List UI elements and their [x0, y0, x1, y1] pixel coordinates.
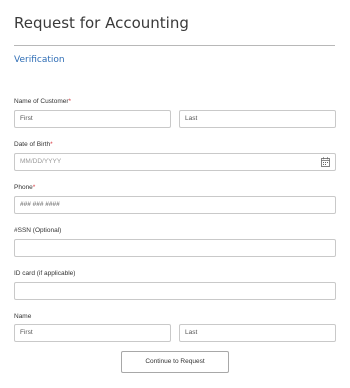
id-card-input[interactable]: [14, 282, 336, 300]
customer-first-name-input[interactable]: First: [14, 110, 171, 128]
dob-label: Date of Birth*: [14, 141, 53, 148]
required-mark: *: [68, 98, 72, 105]
last-name-input[interactable]: Last: [179, 324, 336, 342]
customer-last-name-input[interactable]: Last: [179, 110, 336, 128]
dob-label-text: Date of Birth: [14, 141, 51, 148]
section-heading-verification: Verification: [14, 55, 65, 65]
continue-to-request-button[interactable]: Continue to Request: [121, 351, 229, 373]
phone-input[interactable]: ### ### ####: [14, 196, 336, 214]
first-name-input[interactable]: First: [14, 324, 171, 342]
required-mark: *: [50, 141, 53, 148]
title-divider: [14, 45, 335, 46]
page-title: Request for Accounting: [14, 14, 189, 32]
ssn-label: #SSN (Optional): [14, 227, 62, 234]
ssn-input[interactable]: [14, 239, 336, 257]
phone-label-text: Phone: [14, 184, 33, 191]
name-label: Name: [14, 313, 32, 320]
dob-placeholder: MM/DD/YYYY: [20, 158, 62, 165]
customer-name-label: Name of Customer*: [14, 98, 71, 105]
id-card-label: ID card (if applicable): [14, 270, 76, 277]
phone-label: Phone*: [14, 184, 35, 191]
calendar-icon[interactable]: [321, 157, 330, 167]
required-mark: *: [32, 184, 36, 191]
customer-name-label-text: Name of Customer: [14, 98, 69, 105]
dob-input[interactable]: MM/DD/YYYY: [14, 153, 336, 171]
